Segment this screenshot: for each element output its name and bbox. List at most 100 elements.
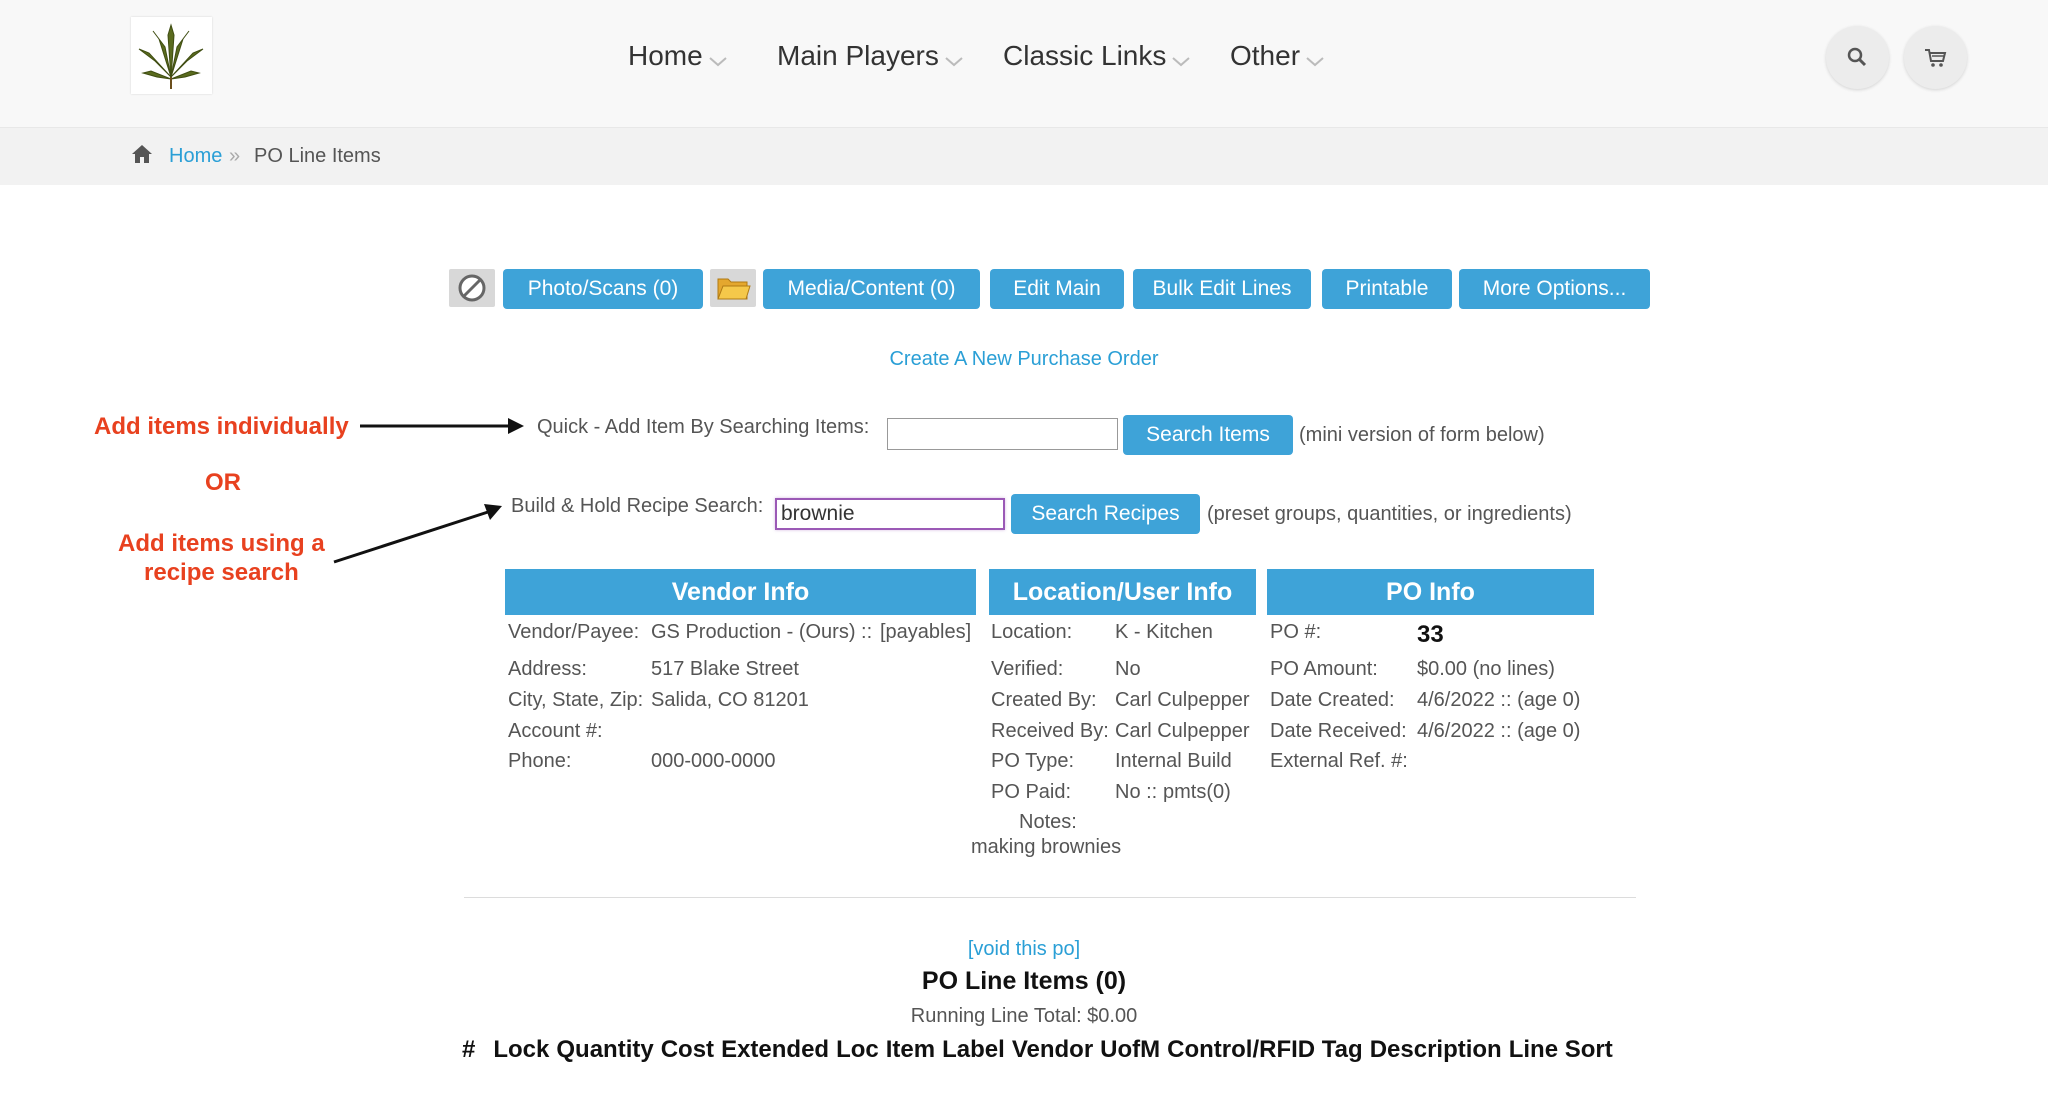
bulk-edit-lines-button[interactable]: Bulk Edit Lines — [1133, 269, 1311, 309]
notes-value: making brownies — [971, 836, 1122, 858]
account-label: Account #: — [508, 720, 603, 742]
annotation-or: OR — [205, 469, 241, 496]
created-by-label: Created By: — [991, 689, 1097, 711]
po-amount-label: PO Amount: — [1270, 658, 1378, 680]
search-button[interactable] — [1826, 26, 1889, 89]
nav-item-home[interactable]: Home — [628, 40, 727, 74]
date-created-label: Date Created: — [1270, 689, 1395, 711]
received-by-value: Carl Culpepper — [1115, 720, 1250, 742]
arrow-diagonal-icon — [333, 504, 502, 564]
column-header: Control/RFID Tag — [1167, 1036, 1363, 1063]
phone-label: Phone: — [508, 750, 572, 772]
po-paid-label: PO Paid: — [991, 781, 1072, 803]
column-header: Vendor — [1011, 1036, 1094, 1063]
column-header: Description — [1369, 1036, 1502, 1063]
vendor-info-header: Vendor Info — [505, 569, 976, 615]
chevron-down-icon — [945, 42, 963, 74]
address-label: Address: — [508, 658, 587, 680]
vendor-value: GS Production - (Ours) :: — [651, 621, 873, 643]
column-header: Item — [885, 1036, 936, 1063]
po-type-label: PO Type: — [991, 750, 1075, 772]
location-info-header: Location/User Info — [989, 569, 1256, 615]
recipe-search-note: (preset groups, quantities, or ingredien… — [1207, 503, 1572, 525]
breadcrumb-current: PO Line Items — [254, 145, 381, 167]
verified-label: Verified: — [991, 658, 1064, 680]
payments-link[interactable]: pmts(0) — [1163, 781, 1231, 804]
notes-label: Notes: — [1019, 811, 1077, 833]
po-amount-value: $0.00 (no lines) — [1417, 658, 1555, 680]
nav-item-label: Classic Links — [1003, 40, 1167, 71]
breadcrumb-home-link[interactable]: Home — [169, 145, 222, 168]
po-type-value: Internal Build — [1115, 750, 1232, 772]
column-header: # — [462, 1036, 476, 1063]
running-line-total: Running Line Total: $0.00 — [910, 1005, 1138, 1027]
quick-add-note: (mini version of form below) — [1299, 424, 1545, 446]
media-folder-button[interactable] — [710, 269, 756, 307]
column-header: Cost — [660, 1036, 715, 1063]
address-value: 517 Blake Street — [651, 658, 799, 680]
main-nav: Home Main Players Classic Links Other — [0, 40, 2048, 76]
nav-item-main-players[interactable]: Main Players — [777, 40, 963, 74]
void-po-link-text[interactable]: [void this po] — [968, 938, 1080, 960]
quick-add-search-input[interactable] — [887, 418, 1118, 450]
search-icon — [1847, 47, 1867, 67]
annotation-add-individually: Add items individually — [94, 413, 349, 440]
city-state-zip-value: Salida, CO 81201 — [651, 689, 809, 711]
printable-button[interactable]: Printable — [1322, 269, 1452, 309]
edit-main-button[interactable]: Edit Main — [990, 269, 1124, 309]
search-recipes-button[interactable]: Search Recipes — [1011, 494, 1200, 534]
annotation-recipe-line1: Add items using a — [118, 530, 325, 557]
date-received-label: Date Received: — [1270, 720, 1407, 742]
column-header: Quantity — [556, 1036, 654, 1063]
nav-item-label: Main Players — [777, 40, 939, 71]
column-header: Loc — [836, 1036, 879, 1063]
line-items-title: PO Line Items (0) — [921, 967, 1127, 995]
void-po-link[interactable]: [void this po] — [0, 938, 2048, 961]
column-header: Extended — [721, 1036, 830, 1063]
created-by-value: Carl Culpepper — [1115, 689, 1250, 711]
chevron-down-icon — [1172, 42, 1191, 74]
vendor-label: Vendor/Payee: — [508, 621, 640, 643]
column-header: Line Sort — [1508, 1036, 1613, 1063]
nav-item-label: Home — [628, 40, 703, 71]
received-by-label: Received By: — [991, 720, 1109, 742]
create-po-link[interactable]: Create A New Purchase Order — [0, 348, 2048, 371]
home-icon[interactable] — [131, 144, 153, 169]
payables-link[interactable]: [payables] — [880, 621, 971, 644]
location-label: Location: — [991, 621, 1073, 643]
phone-value: 000-000-0000 — [651, 750, 776, 772]
verified-value: No — [1115, 658, 1141, 680]
po-number-value: 33 — [1417, 621, 1444, 648]
search-items-button[interactable]: Search Items — [1123, 415, 1293, 455]
cart-icon — [1925, 49, 1947, 67]
recipe-search-input[interactable] — [775, 498, 1005, 530]
media-content-button[interactable]: Media/Content (0) — [763, 269, 980, 309]
quick-add-label: Quick - Add Item By Searching Items: — [537, 416, 870, 438]
folder-icon — [717, 278, 751, 300]
column-header: Lock — [493, 1036, 550, 1063]
nav-item-label: Other — [1230, 40, 1301, 71]
po-number-label: PO #: — [1270, 621, 1322, 643]
annotation-recipe-line2: recipe search — [144, 559, 299, 586]
nav-item-classic-links[interactable]: Classic Links — [1003, 40, 1191, 74]
recipe-search-label: Build & Hold Recipe Search: — [511, 495, 764, 517]
external-ref-label: External Ref. #: — [1270, 750, 1408, 772]
po-paid-value: No :: — [1115, 781, 1158, 803]
line-items-header-row: # Lock Quantity Cost Extended Loc Item Label Ven… — [462, 1036, 1620, 1064]
date-received-value: 4/6/2022 :: (age 0) — [1417, 720, 1581, 742]
column-header: Label — [942, 1036, 1005, 1063]
city-state-zip-label: City, State, Zip: — [508, 689, 644, 711]
date-created-value: 4/6/2022 :: (age 0) — [1417, 689, 1581, 711]
photo-scans-button[interactable]: Photo/Scans (0) — [503, 269, 703, 309]
cart-button[interactable] — [1904, 26, 1967, 89]
chevron-down-icon — [709, 42, 727, 74]
divider — [464, 897, 1636, 898]
column-header: UofM — [1100, 1036, 1161, 1063]
nav-item-other[interactable]: Other — [1230, 40, 1324, 74]
no-photo-button[interactable] — [449, 269, 495, 307]
arrow-right-icon — [360, 418, 524, 434]
breadcrumb-separator: » — [229, 145, 241, 167]
more-options-button[interactable]: More Options... — [1459, 269, 1650, 309]
po-info-header: PO Info — [1267, 569, 1594, 615]
chevron-down-icon — [1306, 42, 1324, 74]
